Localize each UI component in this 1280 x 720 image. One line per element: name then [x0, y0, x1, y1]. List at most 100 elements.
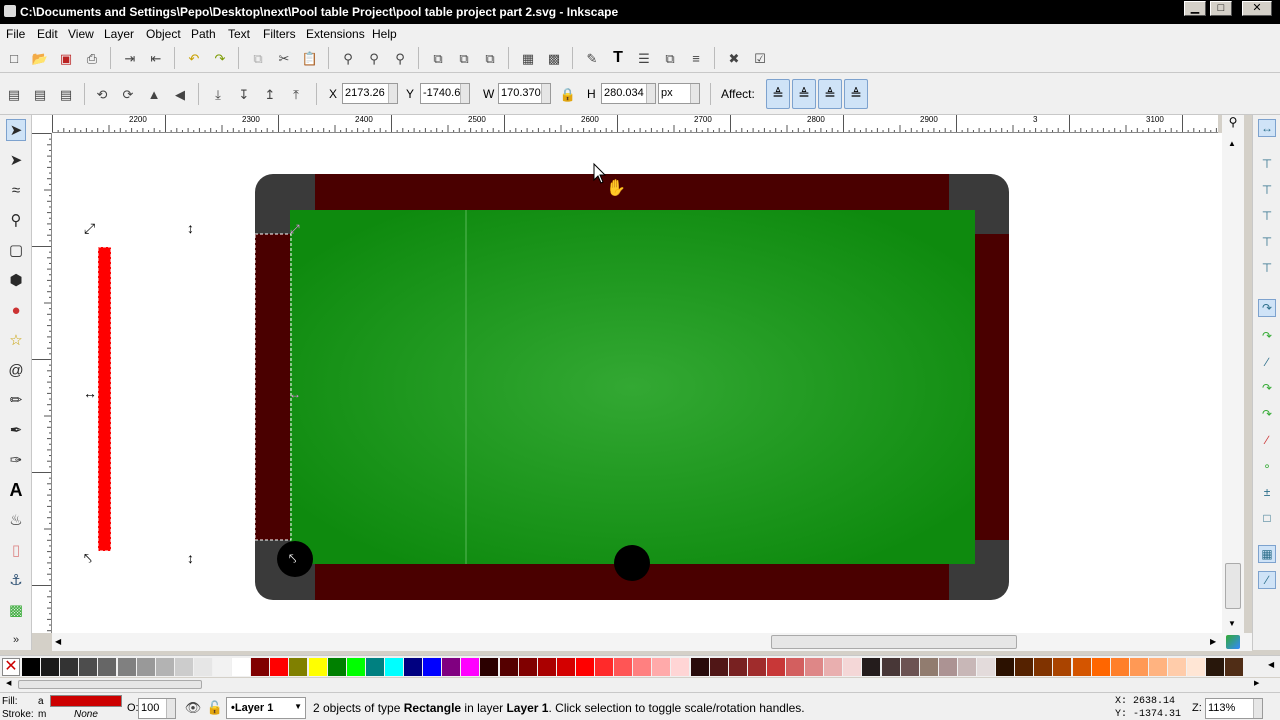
color-swatch[interactable] [805, 658, 824, 676]
select-all-layers-icon[interactable]: ▤ [31, 85, 49, 103]
palette-scroll-thumb[interactable] [18, 680, 202, 689]
open-folder-icon[interactable]: 📂 [31, 49, 49, 67]
color-swatch[interactable] [843, 658, 862, 676]
w-input[interactable]: 170.370 [498, 83, 551, 104]
color-swatch[interactable] [499, 658, 518, 676]
side-pocket[interactable] [614, 545, 650, 581]
color-swatch[interactable] [1148, 658, 1167, 676]
undo-icon[interactable]: ↶ [185, 49, 203, 67]
import-icon[interactable]: ⇥ [121, 49, 139, 67]
color-swatch[interactable] [1034, 658, 1053, 676]
snap-bbox-corner-icon[interactable]: ⊤ [1258, 207, 1276, 225]
color-swatch[interactable] [614, 658, 633, 676]
gradient-tool-icon[interactable]: ▩ [6, 599, 26, 621]
color-swatch[interactable] [709, 658, 728, 676]
color-swatch[interactable] [155, 658, 174, 676]
color-swatch[interactable] [1091, 658, 1110, 676]
color-swatch[interactable] [480, 658, 499, 676]
color-swatch[interactable] [633, 658, 652, 676]
color-swatch[interactable] [174, 658, 193, 676]
flip-vertical-icon[interactable]: ◀ [171, 85, 189, 103]
scroll-right-icon[interactable]: ▶ [1210, 637, 1216, 646]
color-swatch[interactable] [556, 658, 575, 676]
color-swatch[interactable] [327, 658, 346, 676]
menu-path[interactable]: Path [191, 27, 216, 41]
color-swatch[interactable] [1187, 658, 1206, 676]
color-swatch[interactable] [575, 658, 594, 676]
y-input[interactable]: -1740.6 [420, 83, 470, 104]
menu-help[interactable]: Help [372, 27, 397, 41]
paint-bucket-tool-icon[interactable]: ⚓ [6, 569, 26, 591]
fill-swatch[interactable] [50, 695, 122, 707]
node-handle-middle[interactable]: ↔ [289, 387, 301, 401]
rectangle-tool-icon[interactable]: ▢ [6, 239, 26, 261]
color-swatch[interactable] [22, 658, 40, 676]
color-swatch[interactable] [728, 658, 747, 676]
color-swatch[interactable] [442, 658, 461, 676]
snap-toggle-icon[interactable]: ↔ [1258, 119, 1276, 137]
color-swatch[interactable] [251, 658, 270, 676]
snap-rotation-center-icon[interactable]: ± [1258, 483, 1276, 501]
maximize-button[interactable]: □ [1210, 1, 1232, 16]
snap-bbox-center-icon[interactable]: ⊤ [1258, 259, 1276, 277]
rotate-cw-icon[interactable]: ⟳ [119, 85, 137, 103]
scroll-down-icon[interactable]: ▼ [1228, 619, 1236, 628]
clone-icon[interactable]: ⧉ [455, 49, 473, 67]
color-swatch[interactable] [671, 658, 690, 676]
affect-patterns-button[interactable]: ≜ [844, 79, 868, 109]
spiral-tool-icon[interactable]: @ [6, 359, 26, 381]
zoom-input[interactable]: 113% [1205, 698, 1263, 719]
color-swatch[interactable] [690, 658, 709, 676]
color-swatch[interactable] [270, 658, 289, 676]
unit-select[interactable]: px [658, 83, 700, 104]
scale-handle-top-left[interactable]: ⤢ [84, 220, 95, 236]
cut-icon[interactable]: ✂ [275, 49, 293, 67]
snap-cusp-icon[interactable]: ↷ [1258, 379, 1276, 397]
stroke-swatch[interactable]: None [74, 709, 98, 720]
color-swatch[interactable] [786, 658, 804, 676]
snap-paths-icon[interactable]: ↷ [1258, 327, 1276, 345]
menu-file[interactable]: File [6, 27, 25, 41]
redo-icon[interactable]: ↷ [211, 49, 229, 67]
horizontal-scrollbar[interactable]: ◀ ▶ [52, 633, 1222, 651]
snap-grid-icon[interactable]: ▦ [1258, 545, 1276, 563]
color-swatch[interactable] [652, 658, 671, 676]
color-swatch[interactable] [60, 658, 79, 676]
snap-guides-icon[interactable]: ∕ [1258, 571, 1276, 589]
snap-intersections-icon[interactable]: ∕ [1258, 353, 1276, 371]
color-swatch[interactable] [1168, 658, 1186, 676]
color-swatch[interactable] [900, 658, 919, 676]
deselect-icon[interactable]: ▤ [57, 85, 75, 103]
left-rail[interactable] [255, 234, 291, 540]
palette-scrollbar[interactable]: ◀ ▶ [0, 678, 1280, 692]
menu-layer[interactable]: Layer [104, 27, 134, 41]
red-rectangle[interactable] [98, 247, 111, 551]
vertical-scrollbar[interactable]: ▲ ▼ [1222, 133, 1244, 633]
affect-stroke-width-button[interactable]: ≜ [766, 79, 790, 109]
node-handle-top[interactable]: ⤢ [289, 222, 300, 236]
color-swatch[interactable] [384, 658, 403, 676]
h-input[interactable]: 280.034 [601, 83, 656, 104]
color-swatch[interactable] [537, 658, 556, 676]
color-swatch[interactable] [518, 658, 537, 676]
scale-handle-left[interactable]: ↔ [83, 385, 97, 401]
text-tool-icon[interactable]: A [6, 479, 26, 501]
snap-smooth-icon[interactable]: ↷ [1258, 405, 1276, 423]
palette-menu-icon[interactable]: ◀ [1268, 660, 1274, 669]
x-input[interactable]: 2173.26 [342, 83, 398, 104]
zoom-selection-icon[interactable]: ⚲ [339, 49, 357, 67]
color-swatch[interactable] [1110, 658, 1129, 676]
color-swatch[interactable] [289, 658, 308, 676]
drawing-canvas[interactable]: ⤢ ↕ ↔ ⤣ ↕ ⤢ ↔ ⤣ ✋ [52, 133, 1222, 633]
color-swatch[interactable] [1206, 658, 1225, 676]
color-swatch[interactable] [824, 658, 843, 676]
color-swatch[interactable] [461, 658, 480, 676]
scroll-up-icon[interactable]: ▲ [1228, 139, 1236, 148]
spray-tool-icon[interactable]: ♨ [6, 509, 26, 531]
lock-layer-icon[interactable]: 🔓 [206, 698, 224, 716]
affect-rounded-corners-button[interactable]: ≜ [792, 79, 816, 109]
raise-to-top-icon[interactable]: ⤒ [287, 85, 305, 103]
calligraphy-tool-icon[interactable]: ✑ [6, 449, 26, 471]
raise-icon[interactable]: ↥ [261, 85, 279, 103]
snap-bbox-edge-icon[interactable]: ⊤ [1258, 181, 1276, 199]
